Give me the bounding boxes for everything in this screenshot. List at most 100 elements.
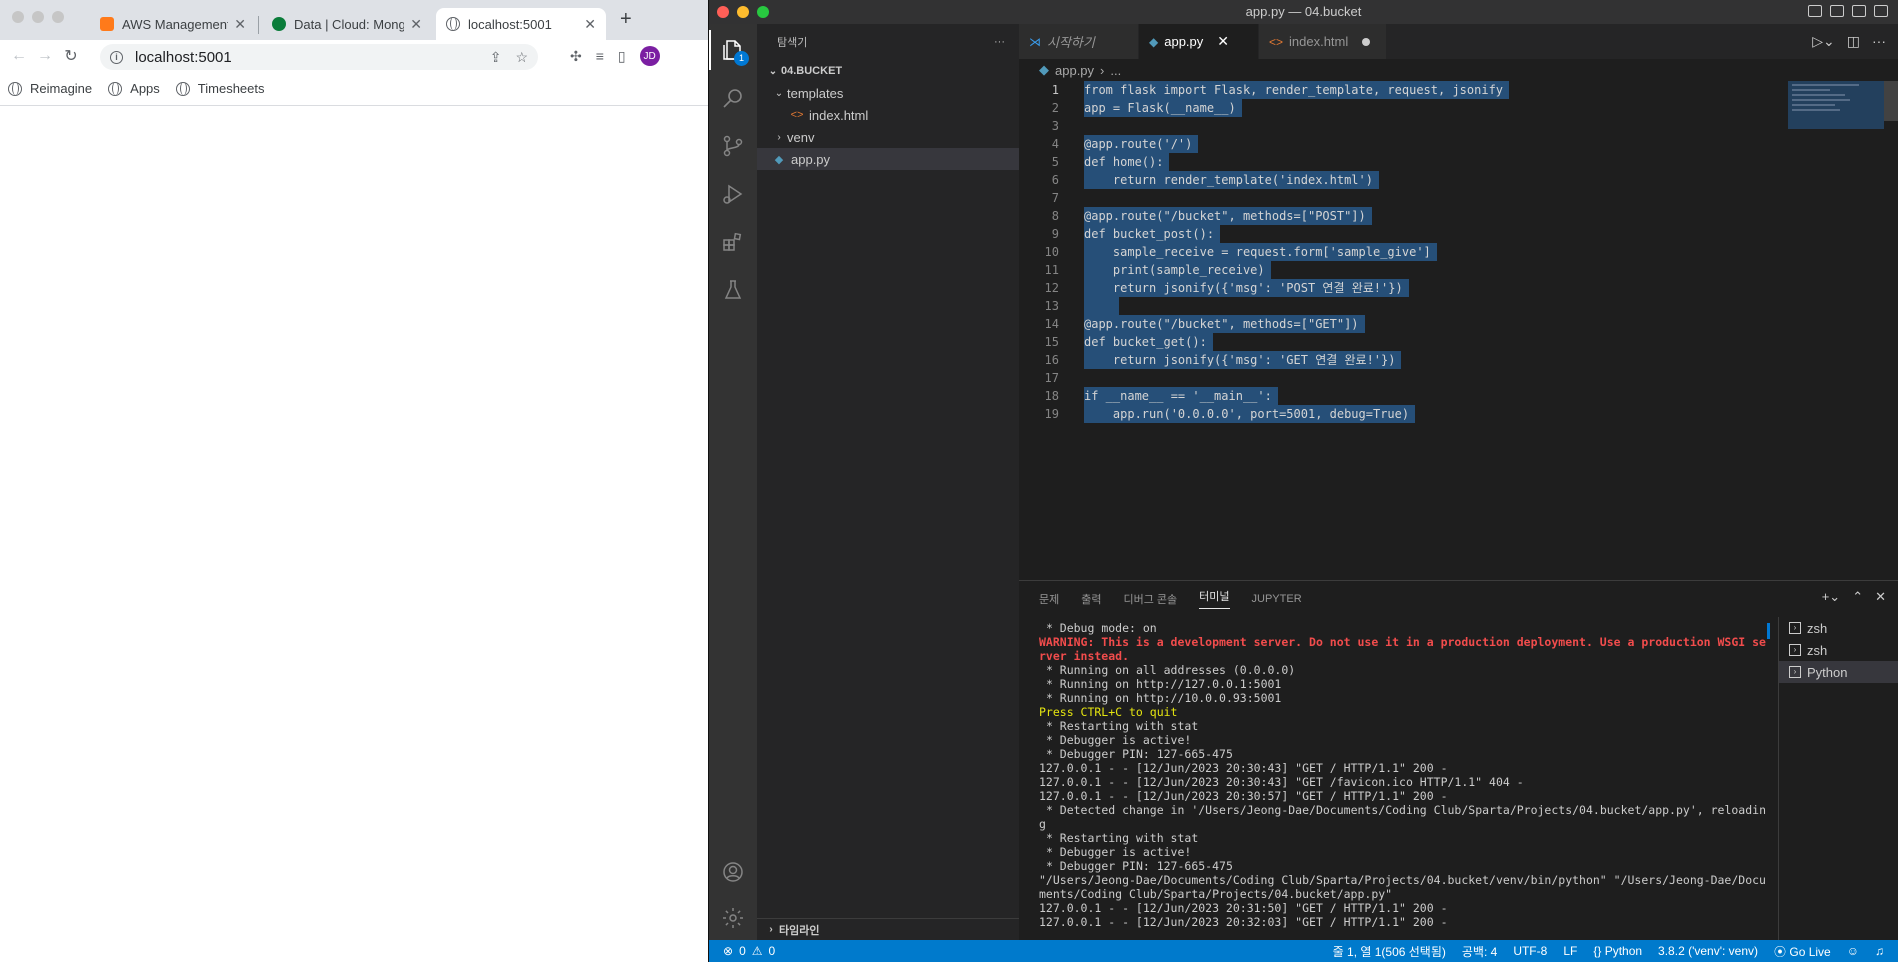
timeline-section[interactable]: › 타임라인 (757, 918, 1019, 940)
more-actions-icon[interactable]: ··· (1872, 33, 1886, 50)
code-line[interactable]: 3 (1019, 117, 1898, 135)
tab-output[interactable]: 출력 (1081, 591, 1101, 607)
code-line[interactable]: 6 return render_template('index.html') (1019, 171, 1898, 189)
code-line[interactable]: 9 def bucket_post(): (1019, 225, 1898, 243)
extensions-puzzle-icon[interactable]: ✣ (570, 48, 582, 65)
more-actions-icon[interactable]: ··· (994, 36, 1005, 48)
code-line[interactable]: 13 (1019, 297, 1898, 315)
close-panel-icon[interactable]: ✕ (1875, 589, 1886, 605)
code-line[interactable]: 8 @app.route("/bucket", methods=["POST"]) (1019, 207, 1898, 225)
forward-arrow-icon[interactable]: → (32, 47, 58, 65)
site-info-icon[interactable]: i (110, 50, 123, 64)
breadcrumb-file[interactable]: app.py (1055, 63, 1094, 78)
bookmark-star-icon[interactable]: ☆ (515, 49, 528, 66)
browser-tab-mongodb[interactable]: Data | Cloud: Mong ✕ (262, 8, 432, 40)
maximize-panel-icon[interactable]: ⌃ (1852, 589, 1863, 605)
code-line[interactable]: 16 return jsonify({'msg': 'GET 연결 완료!'}) (1019, 351, 1898, 369)
problems-indicator[interactable]: ⊗ 0 ⚠ 0 (709, 944, 775, 958)
accounts-icon[interactable] (721, 860, 745, 884)
workspace-section[interactable]: ⌄ 04.BUCKET (757, 60, 1019, 82)
new-tab-button[interactable]: + (620, 8, 632, 31)
address-bar[interactable]: i localhost:5001 ⇪ ☆ (100, 44, 538, 70)
run-python-icon[interactable]: ▷⌄ (1812, 33, 1835, 50)
new-terminal-icon[interactable]: +⌄ (1822, 589, 1840, 605)
tab-debug-console[interactable]: 디버그 콘솔 (1124, 591, 1178, 607)
explorer-icon[interactable]: 1 (709, 30, 749, 70)
vscode-window-controls[interactable] (717, 6, 769, 18)
indentation[interactable]: 공백: 4 (1462, 943, 1497, 960)
code-line[interactable]: 7 (1019, 189, 1898, 207)
bookmark-reimagine[interactable]: Reimagine (8, 81, 92, 96)
tab-terminal[interactable]: 터미널 (1199, 588, 1230, 609)
code-editor[interactable]: 1 from flask import Flask, render_templat… (1019, 81, 1898, 423)
close-tab-icon[interactable]: ✕ (234, 16, 246, 33)
editor-scrollbar[interactable] (1884, 81, 1898, 121)
tree-file-index-html[interactable]: <> index.html (757, 104, 1019, 126)
close-window-button[interactable] (717, 6, 729, 18)
tab-jupyter[interactable]: JUPYTER (1252, 593, 1302, 605)
encoding[interactable]: UTF-8 (1513, 944, 1547, 958)
side-panel-icon[interactable]: ▯ (618, 48, 626, 65)
settings-gear-icon[interactable] (721, 906, 745, 930)
zoom-window-button[interactable] (757, 6, 769, 18)
code-line[interactable]: 18 if __name__ == '__main__': (1019, 387, 1898, 405)
bookmark-apps[interactable]: Apps (108, 81, 160, 96)
tree-folder-venv[interactable]: › venv (757, 126, 1019, 148)
code-line[interactable]: 5 def home(): (1019, 153, 1898, 171)
code-line[interactable]: 10 sample_receive = request.form['sample… (1019, 243, 1898, 261)
code-line[interactable]: 19 app.run('0.0.0.0', port=5001, debug=T… (1019, 405, 1898, 423)
browser-tab-aws[interactable]: AWS Management C ✕ (90, 8, 256, 40)
close-tab-icon[interactable]: ✕ (410, 16, 422, 33)
language-mode[interactable]: {} Python (1593, 944, 1642, 958)
testing-flask-icon[interactable] (721, 278, 745, 302)
breadcrumb-symbol[interactable]: ... (1110, 63, 1121, 78)
close-tab-icon[interactable]: ✕ (1217, 33, 1229, 50)
zoom-window-button[interactable] (52, 11, 64, 23)
share-icon[interactable]: ⇪ (490, 49, 502, 66)
terminal-item-zsh[interactable]: › zsh (1779, 617, 1898, 639)
customize-layout-icon[interactable] (1874, 5, 1888, 17)
terminal-item-python[interactable]: › Python (1779, 661, 1898, 683)
cursor-position[interactable]: 줄 1, 열 1(506 선택됨) (1333, 943, 1446, 960)
code-line[interactable]: 17 (1019, 369, 1898, 387)
browser-tab-localhost[interactable]: localhost:5001 ✕ (436, 8, 606, 40)
terminal-scrollbar[interactable] (1767, 623, 1770, 639)
toggle-primary-sidebar-icon[interactable] (1808, 5, 1822, 17)
back-arrow-icon[interactable]: ← (6, 47, 32, 65)
code-line[interactable]: 11 print(sample_receive) (1019, 261, 1898, 279)
reload-icon[interactable]: ↻ (58, 46, 84, 66)
python-interpreter[interactable]: 3.8.2 ('venv': venv) (1658, 944, 1758, 958)
tab-app-py[interactable]: ◆ app.py ✕ (1139, 24, 1259, 59)
profile-avatar[interactable]: JD (639, 46, 660, 66)
terminal-item-zsh[interactable]: › zsh (1779, 639, 1898, 661)
extensions-icon[interactable] (721, 230, 745, 254)
notifications-bell-icon[interactable]: ♫ (1875, 944, 1884, 958)
minimap[interactable] (1788, 81, 1884, 129)
code-line[interactable]: 15 def bucket_get(): (1019, 333, 1898, 351)
minimize-window-button[interactable] (737, 6, 749, 18)
run-debug-icon[interactable] (721, 182, 745, 206)
code-line[interactable]: 14 @app.route("/bucket", methods=["GET"]) (1019, 315, 1898, 333)
tree-folder-templates[interactable]: ⌄ templates (757, 82, 1019, 104)
browser-window-controls[interactable] (12, 11, 64, 23)
code-line[interactable]: 12 return jsonify({'msg': 'POST 연결 완료!'}… (1019, 279, 1898, 297)
end-of-line[interactable]: LF (1563, 944, 1577, 958)
search-icon[interactable] (721, 86, 745, 110)
close-window-button[interactable] (12, 11, 24, 23)
code-line[interactable]: 4 @app.route('/') (1019, 135, 1898, 153)
tab-problems[interactable]: 문제 (1039, 591, 1059, 607)
close-tab-icon[interactable]: ✕ (584, 16, 596, 33)
source-control-icon[interactable] (721, 134, 745, 158)
feedback-icon[interactable]: ☺ (1847, 944, 1859, 958)
media-queue-icon[interactable]: ≡ (596, 48, 604, 64)
minimize-window-button[interactable] (32, 11, 44, 23)
code-line[interactable]: 2 app = Flask(__name__) (1019, 99, 1898, 117)
tab-index-html[interactable]: <> index.html (1259, 24, 1387, 59)
terminal-output[interactable]: * Debug mode: on WARNING: This is a devel… (1039, 621, 1769, 929)
toggle-secondary-sidebar-icon[interactable] (1852, 5, 1866, 17)
go-live-button[interactable]: ⦿ Go Live (1774, 943, 1831, 960)
toggle-panel-icon[interactable] (1830, 5, 1844, 17)
bookmark-timesheets[interactable]: Timesheets (175, 81, 265, 96)
tab-welcome[interactable]: ⋊ 시작하기 (1019, 24, 1139, 59)
unsaved-dot-icon[interactable] (1362, 37, 1371, 46)
